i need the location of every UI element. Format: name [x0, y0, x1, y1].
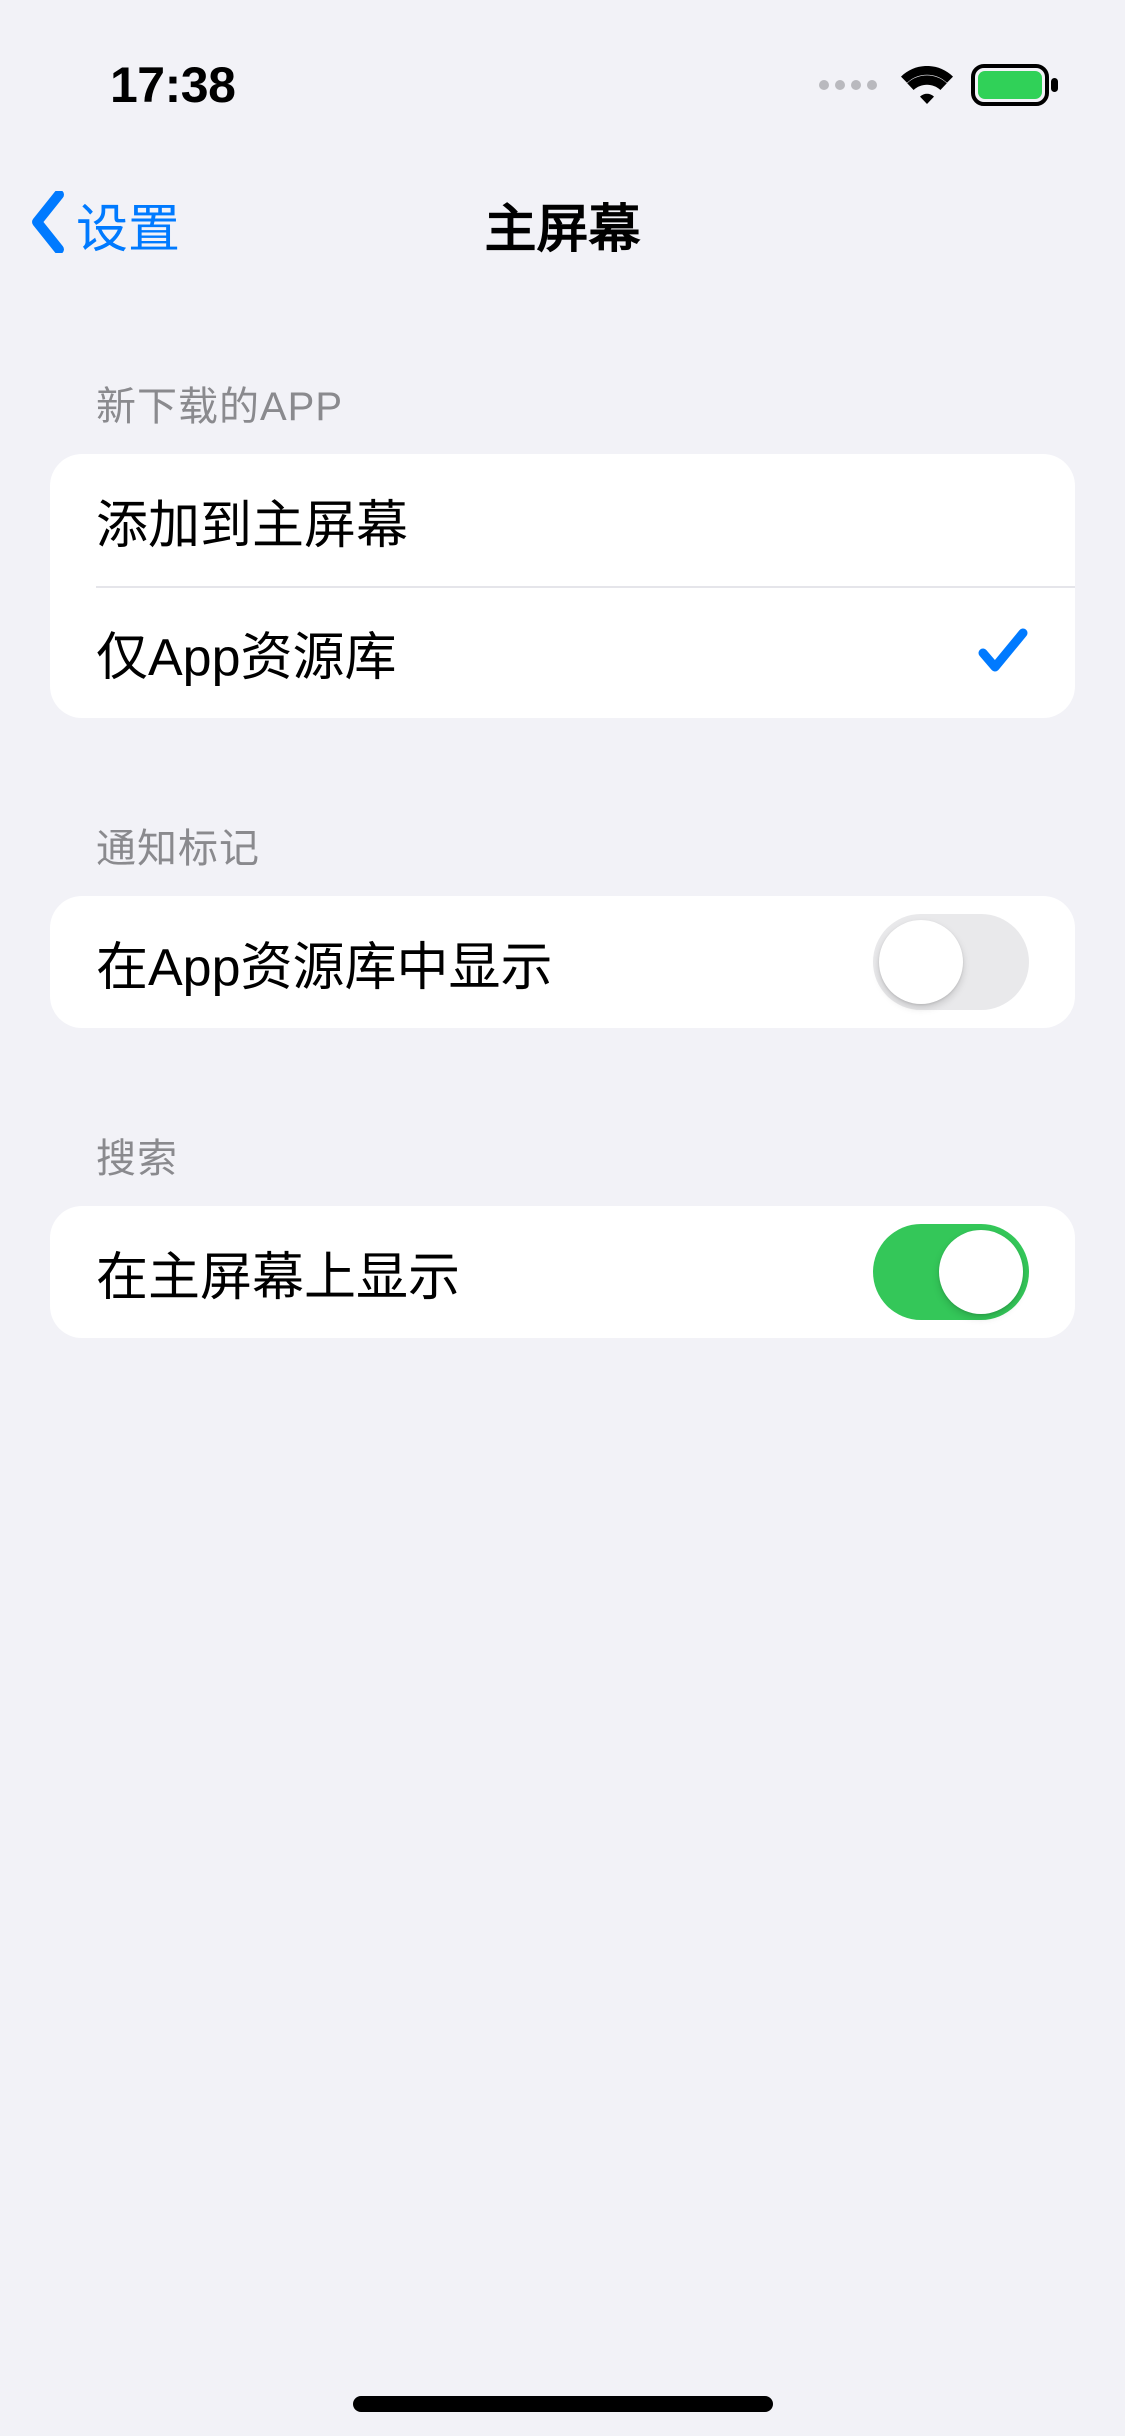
status-indicators: [819, 64, 1065, 106]
option-label: 仅App资源库: [96, 615, 397, 690]
option-label: 添加到主屏幕: [96, 483, 408, 558]
option-add-to-home[interactable]: 添加到主屏幕: [50, 454, 1075, 586]
status-bar: 17:38: [0, 0, 1125, 140]
section-header-badges: 通知标记: [50, 718, 1075, 896]
row-show-on-home-screen: 在主屏幕上显示: [50, 1206, 1075, 1338]
section-header-new-apps: 新下载的APP: [50, 300, 1075, 454]
wifi-icon: [901, 66, 953, 104]
toggle-show-on-home-screen[interactable]: [873, 1224, 1029, 1320]
back-label: 设置: [76, 187, 180, 262]
cellular-dots-icon: [819, 80, 877, 90]
nav-bar: 设置 主屏幕: [0, 158, 1125, 290]
toggle-show-in-app-library[interactable]: [873, 914, 1029, 1010]
chevron-left-icon: [28, 191, 68, 258]
group-badges: 在App资源库中显示: [50, 896, 1075, 1028]
group-new-apps: 添加到主屏幕 仅App资源库: [50, 454, 1075, 718]
group-search: 在主屏幕上显示: [50, 1206, 1075, 1338]
battery-icon: [971, 64, 1059, 106]
content: 新下载的APP 添加到主屏幕 仅App资源库 通知标记 在App资源库中显示 搜…: [0, 300, 1125, 1338]
section-header-search: 搜索: [50, 1028, 1075, 1206]
status-time: 17:38: [60, 56, 235, 114]
toggle-label: 在主屏幕上显示: [96, 1235, 460, 1310]
back-button[interactable]: 设置: [0, 187, 180, 262]
checkmark-icon: [977, 625, 1029, 680]
home-indicator[interactable]: [353, 2396, 773, 2412]
row-show-in-app-library: 在App资源库中显示: [50, 896, 1075, 1028]
toggle-label: 在App资源库中显示: [96, 925, 553, 1000]
option-app-library-only[interactable]: 仅App资源库: [50, 586, 1075, 718]
